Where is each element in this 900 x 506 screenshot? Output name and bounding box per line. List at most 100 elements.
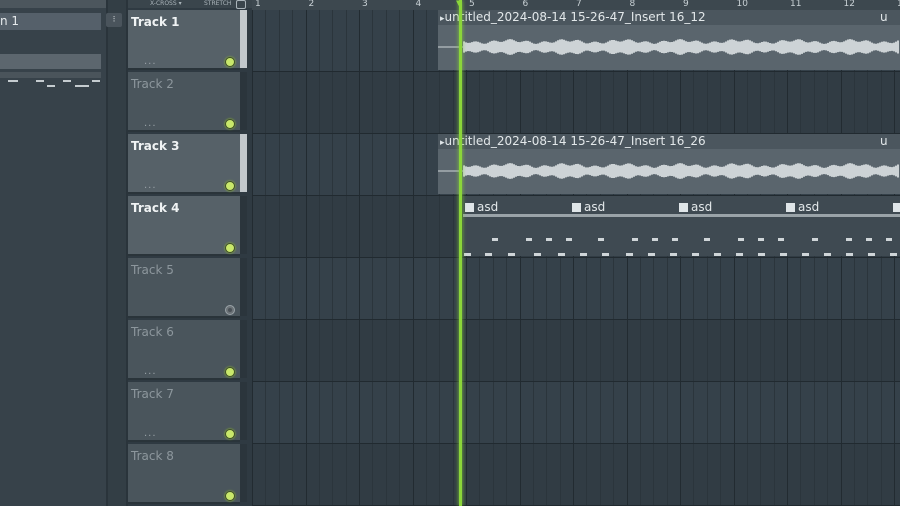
track-resize-handle[interactable] bbox=[240, 134, 247, 192]
grid-line bbox=[599, 444, 601, 505]
track-resize-handle[interactable] bbox=[240, 444, 247, 502]
stretch-toggle-icon[interactable] bbox=[236, 0, 246, 9]
pattern-note bbox=[824, 253, 831, 256]
mini-note bbox=[92, 80, 100, 82]
grid-line bbox=[452, 382, 454, 443]
playlist-lane[interactable] bbox=[252, 72, 900, 134]
track-mute-led-icon[interactable] bbox=[225, 181, 235, 191]
grid-line bbox=[880, 72, 882, 133]
track-resize-handle[interactable] bbox=[240, 196, 247, 254]
scroll-handle-icon[interactable]: ⁝ bbox=[106, 13, 122, 27]
pattern-clip[interactable]: asd bbox=[679, 200, 712, 214]
pattern-note bbox=[890, 253, 897, 256]
grid-line bbox=[372, 10, 374, 71]
pattern-clip[interactable]: asd bbox=[465, 200, 498, 214]
grid-line bbox=[466, 444, 467, 505]
track-mute-led-icon[interactable] bbox=[225, 491, 235, 501]
grid-line bbox=[639, 258, 641, 319]
grid-line bbox=[613, 382, 615, 443]
grid-line bbox=[626, 444, 628, 505]
track-name: Track 6 bbox=[131, 325, 174, 339]
grid-line bbox=[412, 320, 414, 381]
browser-row[interactable] bbox=[0, 54, 101, 69]
track-options-dots[interactable]: ... bbox=[144, 56, 157, 67]
grid-line bbox=[332, 320, 334, 381]
xcross-label[interactable]: X-CROSS ▾ bbox=[150, 0, 182, 8]
track-mute-led-icon[interactable] bbox=[225, 119, 235, 129]
grid-line bbox=[773, 444, 775, 505]
track-resize-handle[interactable] bbox=[240, 258, 247, 316]
audio-clip[interactable]: ▸untitled_2024-08-14 15-26-47_Insert 16_… bbox=[438, 10, 900, 70]
track-resize-handle[interactable] bbox=[240, 382, 247, 440]
track-mute-led-icon[interactable] bbox=[225, 367, 235, 377]
playhead-marker-icon[interactable]: ▼ bbox=[456, 0, 464, 7]
track-header[interactable]: Track 2... bbox=[128, 72, 247, 132]
grid-line bbox=[894, 382, 895, 443]
playlist-lane[interactable] bbox=[252, 382, 900, 444]
pattern-selector[interactable]: n 1 bbox=[0, 13, 101, 30]
track-mute-led-icon[interactable] bbox=[225, 243, 235, 253]
track-header[interactable]: Track 1... bbox=[128, 10, 247, 70]
track-header[interactable]: Track 6... bbox=[128, 320, 247, 380]
pattern-clip[interactable]: asd bbox=[893, 200, 900, 214]
track-mute-led-icon[interactable] bbox=[225, 429, 235, 439]
grid-line bbox=[653, 444, 655, 505]
grid-line bbox=[425, 444, 427, 505]
grid-line bbox=[452, 258, 454, 319]
grid-line bbox=[265, 196, 267, 257]
grid-line bbox=[894, 320, 895, 381]
grid-line bbox=[479, 444, 481, 505]
next-clip-title: u bbox=[880, 134, 888, 148]
track-header[interactable]: Track 5 bbox=[128, 258, 247, 318]
playlist-grid[interactable]: ▸untitled_2024-08-14 15-26-47_Insert 16_… bbox=[252, 10, 900, 506]
playhead[interactable] bbox=[459, 0, 462, 506]
pattern-clip[interactable]: asd bbox=[572, 200, 605, 214]
track-mute-led-icon[interactable] bbox=[225, 57, 235, 67]
grid-line bbox=[399, 134, 401, 195]
grid-line bbox=[586, 320, 588, 381]
grid-line bbox=[720, 320, 722, 381]
stretch-label[interactable]: STRETCH bbox=[204, 0, 231, 8]
track-options-dots[interactable]: ... bbox=[144, 428, 157, 439]
grid-line bbox=[773, 72, 775, 133]
waveform-signal bbox=[463, 39, 899, 55]
grid-line bbox=[292, 134, 294, 195]
track-header[interactable]: Track 4 bbox=[128, 196, 247, 256]
audio-clip-header[interactable]: ▸untitled_2024-08-14 15-26-47_Insert 16_… bbox=[438, 134, 900, 149]
ruler-bar-number: 4 bbox=[415, 0, 422, 9]
audio-clip[interactable]: ▸untitled_2024-08-14 15-26-47_Insert 16_… bbox=[438, 134, 900, 194]
panel-divider[interactable] bbox=[106, 0, 128, 506]
track-resize-handle[interactable] bbox=[240, 320, 247, 378]
grid-line bbox=[546, 72, 548, 133]
pattern-note bbox=[492, 238, 498, 241]
pattern-clip[interactable]: asd bbox=[786, 200, 819, 214]
pattern-note bbox=[558, 253, 565, 256]
track-options-dots[interactable]: ... bbox=[144, 118, 157, 129]
grid-line bbox=[345, 382, 347, 443]
track-header[interactable]: Track 8 bbox=[128, 444, 247, 504]
grid-line bbox=[372, 444, 374, 505]
grid-line bbox=[813, 382, 815, 443]
pattern-note bbox=[886, 238, 892, 241]
pattern-note bbox=[526, 238, 532, 241]
playlist-lane[interactable] bbox=[252, 258, 900, 320]
grid-line bbox=[853, 320, 855, 381]
track-resize-handle[interactable] bbox=[240, 72, 247, 130]
track-resize-handle[interactable] bbox=[240, 10, 247, 68]
pattern-icon bbox=[572, 203, 581, 212]
track-header[interactable]: Track 7... bbox=[128, 382, 247, 442]
grid-line bbox=[760, 320, 762, 381]
grid-line bbox=[385, 382, 387, 443]
playlist-lane[interactable] bbox=[252, 444, 900, 506]
grid-line bbox=[827, 444, 829, 505]
audio-clip-header[interactable]: ▸untitled_2024-08-14 15-26-47_Insert 16_… bbox=[438, 10, 900, 25]
grid-line bbox=[532, 382, 534, 443]
track-options-dots[interactable]: ... bbox=[144, 180, 157, 191]
grid-line bbox=[292, 320, 294, 381]
track-header[interactable]: Track 3... bbox=[128, 134, 247, 194]
track-options-dots[interactable]: ... bbox=[144, 366, 157, 377]
track-mute-led-icon[interactable] bbox=[225, 305, 235, 315]
grid-line bbox=[853, 444, 855, 505]
pattern-note bbox=[802, 253, 809, 256]
playlist-lane[interactable] bbox=[252, 320, 900, 382]
